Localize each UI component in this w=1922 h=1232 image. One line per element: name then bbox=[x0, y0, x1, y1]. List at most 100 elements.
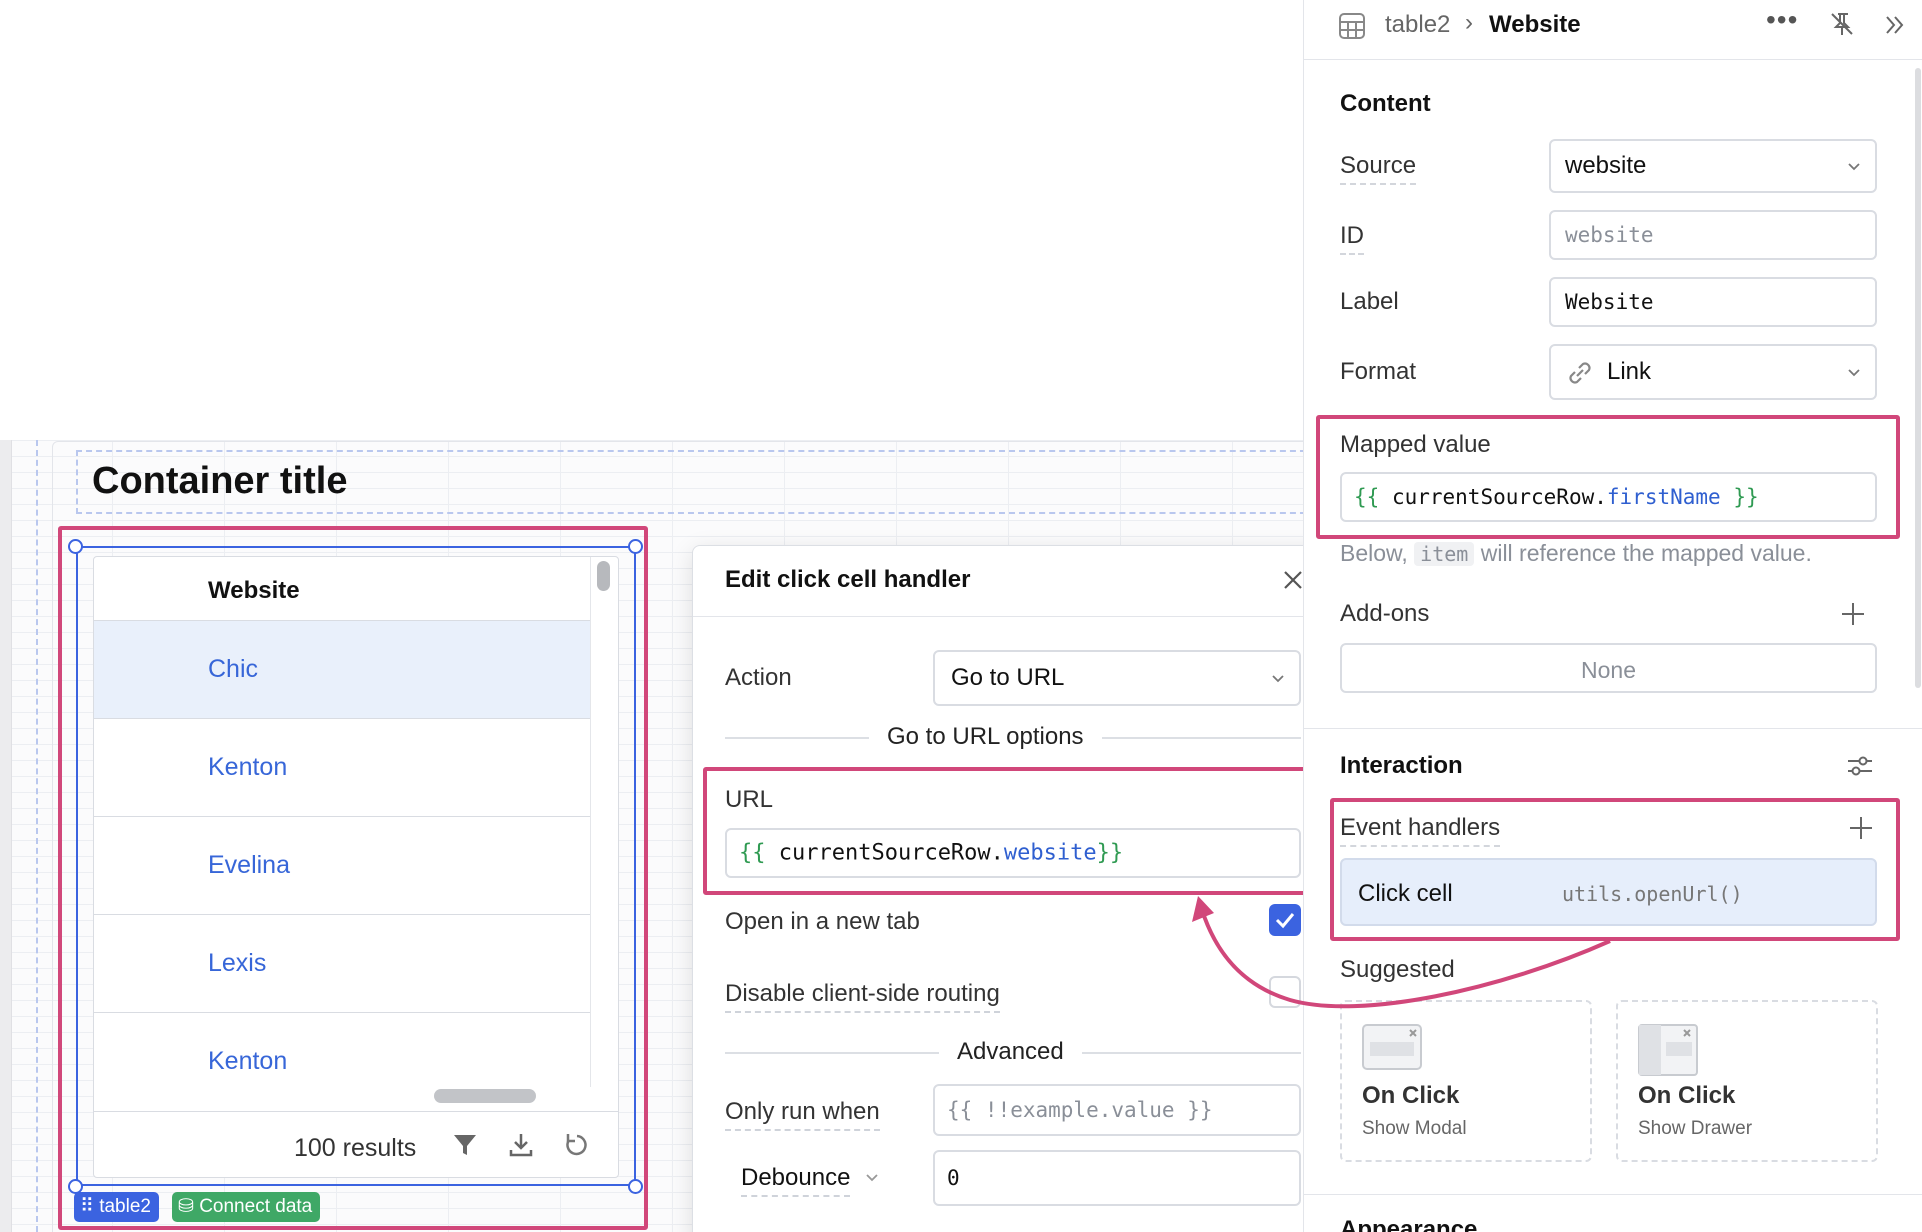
results-count: 100 results bbox=[294, 1134, 417, 1162]
action-select-value: Go to URL bbox=[951, 664, 1065, 691]
mapped-property: firstName bbox=[1606, 485, 1721, 509]
add-event-handler-icon[interactable] bbox=[1848, 815, 1874, 841]
badge-label: table2 bbox=[99, 1196, 151, 1217]
new-tab-label: Open in a new tab bbox=[725, 908, 920, 935]
label-label: Label bbox=[1340, 288, 1399, 315]
container-title[interactable]: Container title bbox=[92, 460, 347, 503]
vertical-scroll-track bbox=[590, 557, 591, 1087]
suggestion-show-modal[interactable]: On Click Show Modal bbox=[1340, 1000, 1592, 1162]
connect-data-label: Connect data bbox=[199, 1196, 313, 1217]
chevron-down-icon bbox=[1848, 163, 1860, 171]
check-icon bbox=[1275, 913, 1295, 929]
help-text-start: Below, bbox=[1340, 540, 1415, 566]
only-run-input[interactable]: {{ !!example.value }} bbox=[933, 1084, 1301, 1136]
suggestion-subtitle: Show Modal bbox=[1362, 1118, 1467, 1139]
help-code-item: item bbox=[1414, 542, 1475, 566]
modal-icon bbox=[1362, 1024, 1422, 1070]
cell-link[interactable]: Kenton bbox=[208, 753, 287, 782]
add-addon-icon[interactable] bbox=[1840, 601, 1866, 627]
mapped-brace-open: {{ bbox=[1354, 485, 1392, 509]
source-select-value: website bbox=[1565, 152, 1647, 179]
label-input-value: Website bbox=[1565, 290, 1654, 314]
suggestion-show-drawer[interactable]: On Click Show Drawer bbox=[1616, 1000, 1878, 1162]
download-icon[interactable] bbox=[506, 1130, 536, 1160]
mapped-object: currentSourceRow bbox=[1391, 485, 1595, 509]
cell-link[interactable]: Lexis bbox=[208, 949, 266, 978]
addons-value: None bbox=[1581, 657, 1636, 683]
link-icon bbox=[1569, 362, 1591, 384]
settings-sliders-icon[interactable] bbox=[1846, 752, 1874, 780]
table-row[interactable]: Lexis bbox=[94, 915, 590, 1013]
connect-data-button[interactable]: ⛁ Connect data bbox=[172, 1192, 321, 1222]
chevron-down-icon bbox=[1848, 369, 1860, 377]
vertical-scrollbar[interactable] bbox=[597, 561, 610, 591]
table-header: Website bbox=[94, 557, 590, 621]
drag-handle-icon: ⠿ bbox=[80, 1196, 100, 1217]
handler-method: utils.openUrl() bbox=[1562, 882, 1743, 906]
more-options-icon[interactable]: ••• bbox=[1766, 4, 1798, 36]
dialog-divider bbox=[693, 616, 1333, 617]
new-tab-checkbox[interactable] bbox=[1269, 904, 1301, 936]
component-name-badge[interactable]: ⠿ table2 bbox=[74, 1192, 159, 1222]
cell-link[interactable]: Chic bbox=[208, 655, 258, 684]
action-label: Action bbox=[725, 664, 792, 691]
section-divider bbox=[1304, 728, 1922, 729]
disable-routing-checkbox[interactable] bbox=[1269, 976, 1301, 1008]
horizontal-scrollbar[interactable] bbox=[434, 1089, 536, 1103]
addons-none-box[interactable]: None bbox=[1340, 643, 1877, 693]
cell-link[interactable]: Evelina bbox=[208, 851, 290, 880]
event-handler-row[interactable]: Click cell utils.openUrl() bbox=[1340, 858, 1877, 926]
column-header-website[interactable]: Website bbox=[208, 577, 300, 605]
format-label: Format bbox=[1340, 358, 1417, 385]
database-icon: ⛁ bbox=[178, 1196, 200, 1217]
table-footer: 100 results bbox=[94, 1111, 618, 1177]
content-section-title: Content bbox=[1340, 90, 1431, 117]
source-label: Source bbox=[1340, 152, 1417, 185]
canvas-left-rail bbox=[0, 440, 12, 1232]
mapped-value-help: Below, item will reference the mapped va… bbox=[1340, 540, 1812, 567]
chevron-down-icon bbox=[1272, 675, 1284, 683]
table-row[interactable]: Kenton bbox=[94, 719, 590, 817]
debounce-label[interactable]: Debounce bbox=[741, 1164, 851, 1197]
label-input[interactable]: Website bbox=[1549, 277, 1877, 327]
unpin-icon[interactable] bbox=[1828, 10, 1856, 38]
breadcrumb-parent[interactable]: table2 bbox=[1385, 11, 1450, 39]
table-row[interactable]: Chic bbox=[94, 621, 590, 719]
event-handlers-label: Event handlers bbox=[1340, 814, 1501, 847]
only-run-placeholder: {{ !!example.value }} bbox=[947, 1098, 1213, 1122]
canvas-guide-line bbox=[36, 440, 38, 1232]
dialog-title: Edit click cell handler bbox=[725, 566, 971, 593]
appearance-section-title: Appearance bbox=[1340, 1216, 1478, 1232]
mapped-value-input[interactable]: {{ currentSourceRow.firstName }} bbox=[1340, 472, 1877, 522]
mapped-dot: . bbox=[1594, 485, 1607, 509]
cell-link[interactable]: Kenton bbox=[208, 1047, 287, 1076]
suggestion-subtitle: Show Drawer bbox=[1638, 1118, 1753, 1139]
addons-label: Add-ons bbox=[1340, 600, 1430, 627]
table-row[interactable]: Evelina bbox=[94, 817, 590, 915]
id-input[interactable]: website bbox=[1549, 210, 1877, 260]
drawer-icon bbox=[1638, 1024, 1698, 1076]
section-divider bbox=[1304, 1194, 1922, 1195]
debounce-input[interactable]: 0 bbox=[933, 1150, 1301, 1206]
mapped-value-label: Mapped value bbox=[1340, 431, 1491, 458]
filter-icon[interactable] bbox=[450, 1130, 480, 1160]
chevron-down-icon bbox=[866, 1174, 878, 1182]
resize-handle-bottom-right[interactable] bbox=[628, 1179, 643, 1194]
refresh-icon[interactable] bbox=[562, 1130, 592, 1160]
breadcrumb-separator-icon: › bbox=[1465, 9, 1473, 36]
id-label: ID bbox=[1340, 222, 1364, 255]
advanced-divider-label: Advanced bbox=[939, 1038, 1082, 1066]
disable-routing-label: Disable client-side routing bbox=[725, 980, 1000, 1013]
resize-handle-top-right[interactable] bbox=[628, 539, 643, 554]
panel-scrollbar[interactable] bbox=[1915, 68, 1921, 688]
collapse-panel-icon[interactable] bbox=[1882, 12, 1908, 38]
table-widget[interactable]: Website Chic Kenton Evelina Lexis Kenton… bbox=[93, 556, 619, 1178]
close-icon[interactable] bbox=[1281, 568, 1305, 592]
source-select[interactable]: website bbox=[1549, 139, 1877, 193]
mapped-value-code: {{ currentSourceRow.firstName }} bbox=[1354, 485, 1759, 509]
url-highlight-box bbox=[703, 767, 1318, 895]
format-select[interactable]: Link bbox=[1549, 344, 1877, 400]
action-select[interactable]: Go to URL bbox=[933, 650, 1301, 706]
resize-handle-top-left[interactable] bbox=[68, 539, 83, 554]
suggestion-title: On Click bbox=[1638, 1082, 1736, 1109]
